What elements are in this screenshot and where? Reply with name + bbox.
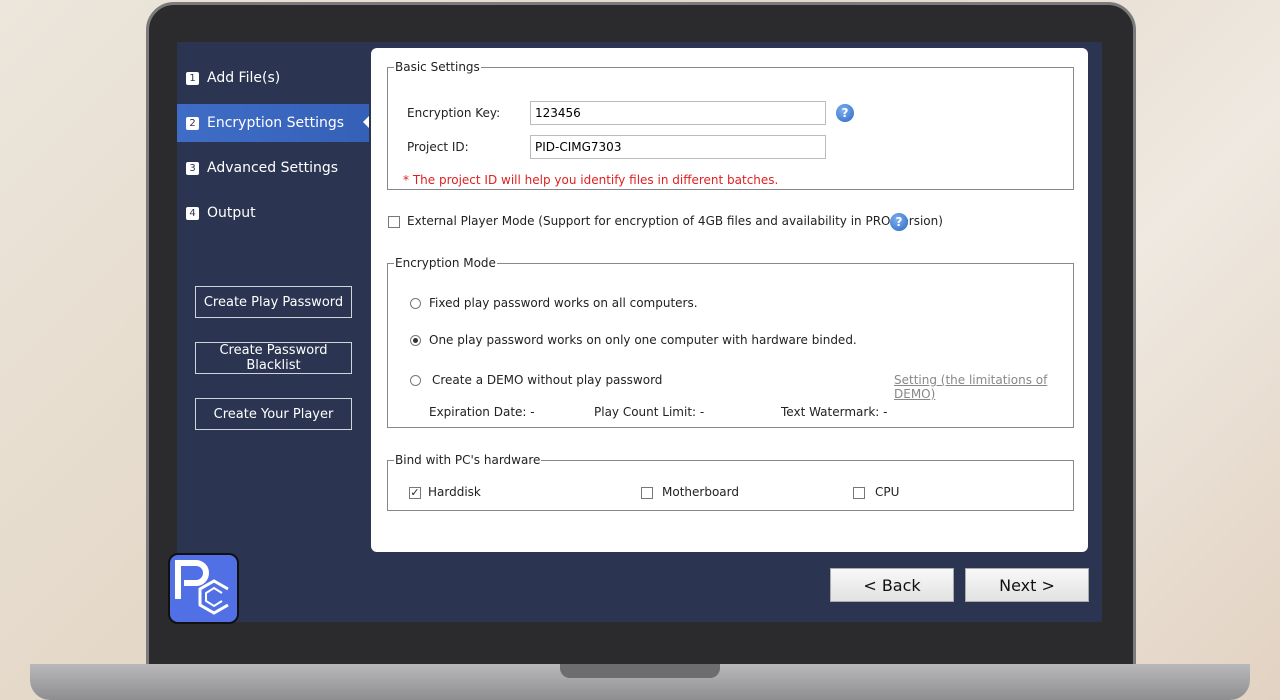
project-id-label: Project ID: [407, 140, 469, 154]
step-label: Add File(s) [207, 70, 281, 86]
step-label: Advanced Settings [207, 160, 339, 176]
harddisk-label: Harddisk [428, 485, 481, 499]
basic-settings-legend: Basic Settings [395, 60, 480, 74]
option-demo-label: Create a DEMO without play password [432, 373, 663, 387]
help-icon[interactable]: ? [890, 213, 908, 231]
step-number: 2 [186, 116, 199, 130]
hardware-binding-group: Bind with PC's hardware ✓ Harddisk Mothe… [387, 453, 1074, 511]
option-one-computer-label: One play password works on only one comp… [429, 333, 857, 347]
create-play-password-button[interactable]: Create Play Password [195, 286, 352, 318]
encryption-mode-legend: Encryption Mode [395, 256, 496, 270]
sidebar-item-encryption-settings[interactable]: 2 Encryption Settings [177, 104, 369, 142]
step-number: 3 [186, 161, 199, 175]
play-count-limit-label: Play Count Limit: - [594, 405, 705, 419]
sidebar-item-advanced-settings[interactable]: 3 Advanced Settings [177, 149, 369, 187]
create-your-player-button[interactable]: Create Your Player [195, 398, 352, 430]
laptop-notch [560, 664, 720, 678]
app-logo [168, 553, 239, 624]
back-button[interactable]: < Back [830, 568, 954, 602]
radio-demo[interactable] [410, 375, 421, 386]
basic-settings-group: Basic Settings Encryption Key: ? Project… [387, 60, 1074, 190]
external-player-label: External Player Mode (Support for encryp… [407, 214, 943, 228]
project-id-note: * The project ID will help you identify … [403, 173, 779, 187]
help-icon[interactable]: ? [836, 104, 854, 122]
pc-logo-icon [175, 560, 229, 615]
step-label: Output [207, 205, 256, 221]
radio-one-computer[interactable] [410, 335, 421, 346]
step-label: Encryption Settings [207, 115, 345, 131]
expiration-date-label: Expiration Date: - [429, 405, 535, 419]
encryption-key-input[interactable] [530, 101, 826, 125]
settings-panel: Basic Settings Encryption Key: ? Project… [371, 48, 1088, 552]
project-id-input[interactable] [530, 135, 826, 159]
option-fixed-password-label: Fixed play password works on all compute… [429, 296, 698, 310]
radio-fixed-password[interactable] [410, 298, 421, 309]
sidebar-item-output[interactable]: 4 Output [177, 194, 369, 232]
next-button[interactable]: Next > [965, 568, 1089, 602]
harddisk-checkbox[interactable]: ✓ [409, 487, 421, 499]
step-number: 4 [186, 206, 199, 220]
cpu-label: CPU [875, 485, 900, 499]
step-number: 1 [186, 71, 199, 85]
demo-settings-link[interactable]: Setting (the limitations of DEMO) [894, 373, 1073, 401]
cpu-checkbox[interactable] [853, 487, 865, 499]
create-password-blacklist-button[interactable]: Create Password Blacklist [195, 342, 352, 374]
sidebar-item-add-files[interactable]: 1 Add File(s) [177, 59, 369, 97]
encryption-key-label: Encryption Key: [407, 106, 501, 120]
motherboard-checkbox[interactable] [641, 487, 653, 499]
text-watermark-label: Text Watermark: - [781, 405, 888, 419]
encryption-mode-group: Encryption Mode Fixed play password work… [387, 256, 1074, 428]
hardware-binding-legend: Bind with PC's hardware [395, 453, 541, 467]
app-window: 1 Add File(s) 2 Encryption Settings 3 Advan… [177, 42, 1102, 622]
motherboard-label: Motherboard [662, 485, 739, 499]
external-player-checkbox[interactable] [388, 216, 400, 228]
